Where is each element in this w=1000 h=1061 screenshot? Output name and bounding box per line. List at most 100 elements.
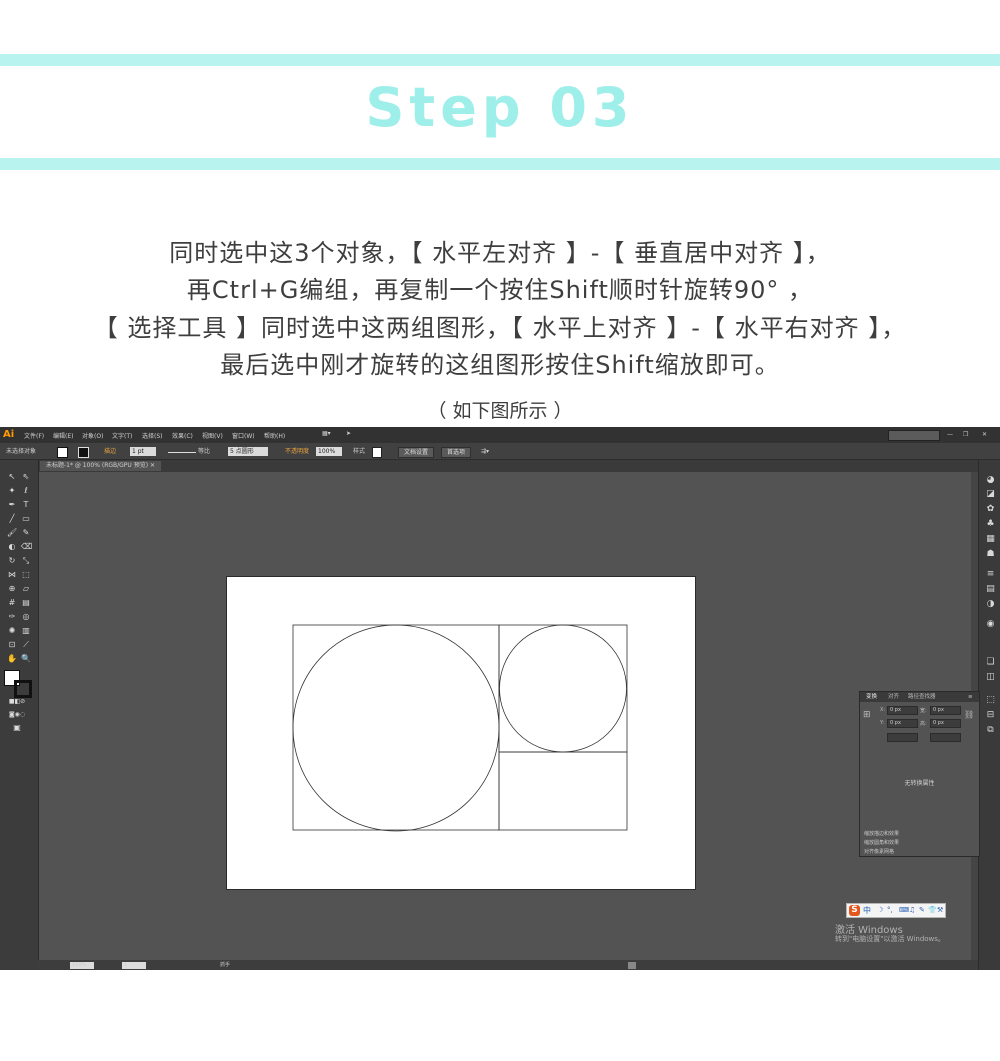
menu-window[interactable]: 窗口(W) <box>232 431 255 440</box>
menu-select[interactable]: 选择(S) <box>142 431 163 440</box>
shape-builder-tool-icon[interactable]: ⊕ <box>7 585 17 593</box>
gradient-tool-icon[interactable]: ▤ <box>21 599 31 607</box>
close-button[interactable]: ✕ <box>982 431 987 438</box>
eraser-tool-icon[interactable]: ⌫ <box>21 543 32 551</box>
hand-tool-icon[interactable]: ✋ <box>7 655 17 663</box>
shirt-icon[interactable]: 👕 <box>928 906 937 914</box>
stroke-profile-line[interactable] <box>168 447 196 453</box>
artboard[interactable] <box>226 576 696 890</box>
option-scale-corners[interactable]: 缩放圆角和效果 <box>864 839 899 846</box>
lasso-tool-icon[interactable]: ℓ <box>21 487 31 495</box>
fill-swatch[interactable] <box>57 447 68 458</box>
artboard-tool-icon[interactable]: ⊡ <box>7 641 17 649</box>
artboard-nav-field[interactable]: 1 <box>122 962 146 969</box>
rotate-tool-icon[interactable]: ↻ <box>7 557 17 565</box>
brushes-panel-icon[interactable]: ✿ <box>986 505 995 514</box>
menu-view[interactable]: 视图(V) <box>202 431 223 440</box>
type-tool-icon[interactable]: T <box>21 501 31 509</box>
color-panel-icon[interactable]: ◕ <box>986 476 995 485</box>
layers-panel-icon[interactable]: ❏ <box>986 658 995 667</box>
stroke-weight-field[interactable]: 1 pt <box>130 447 156 456</box>
stroke-color-icon[interactable] <box>14 680 32 698</box>
stroke-label[interactable]: 描边 <box>104 447 116 456</box>
gradient-panel-icon[interactable]: ▤ <box>986 585 995 594</box>
zoom-field[interactable]: 100% <box>70 962 94 969</box>
tools-icon[interactable]: ⚒ <box>937 906 943 914</box>
rectangle-tool-icon[interactable]: ▭ <box>21 515 31 523</box>
blob-brush-tool-icon[interactable]: ◐ <box>7 543 17 551</box>
stroke-profile-label[interactable]: 等比 <box>198 447 210 456</box>
constrain-proportions-icon[interactable]: ⛓ <box>964 710 974 719</box>
magic-wand-tool-icon[interactable]: ✦ <box>7 487 17 495</box>
draw-mode-icon[interactable]: ◙◉◌ <box>5 711 29 719</box>
menu-type[interactable]: 文字(T) <box>112 431 132 440</box>
tab-align[interactable]: 对齐 <box>888 693 899 701</box>
pencil-tool-icon[interactable]: ✎ <box>21 529 31 537</box>
paintbrush-tool-icon[interactable]: 🖌 <box>7 529 17 537</box>
rotate-field[interactable] <box>887 733 918 742</box>
swatches-panel-icon[interactable]: ▦ <box>986 535 995 544</box>
width-field[interactable]: 0 px <box>930 706 961 715</box>
stroke-swatch[interactable] <box>78 447 89 458</box>
opacity-field[interactable]: 100% <box>316 447 342 456</box>
stroke-panel-icon[interactable]: ≡ <box>986 570 995 579</box>
shear-field[interactable] <box>930 733 961 742</box>
color-guide-icon[interactable]: ◪ <box>986 490 995 499</box>
eyedropper-tool-icon[interactable]: ✑ <box>7 613 17 621</box>
height-field[interactable]: 0 px <box>930 719 961 728</box>
mesh-tool-icon[interactable]: # <box>7 599 17 607</box>
ime-toolbar[interactable]: S 中 ☽ °, ⌨ ♫ ✎ 👕 ⚒ <box>846 903 946 918</box>
restore-button[interactable]: ❐ <box>963 431 968 438</box>
send-icon[interactable]: ➤ <box>346 430 351 437</box>
large-circle[interactable] <box>292 624 500 832</box>
graph-tool-icon[interactable]: ▥ <box>21 627 31 635</box>
ime-language[interactable]: 中 <box>863 905 871 916</box>
voice-icon[interactable]: ♫ <box>909 906 915 914</box>
horizontal-scroll-thumb[interactable] <box>628 962 636 969</box>
moon-icon[interactable]: ☽ <box>877 906 883 914</box>
arrange-icon[interactable]: ▦▾ <box>322 430 331 437</box>
small-circle[interactable] <box>499 624 627 753</box>
width-tool-icon[interactable]: ⋈ <box>7 571 17 579</box>
symbol-sprayer-tool-icon[interactable]: ✺ <box>7 627 17 635</box>
appearance-panel-icon[interactable]: ◉ <box>986 620 995 629</box>
align-panel-icon[interactable]: ⊟ <box>986 711 995 720</box>
scale-tool-icon[interactable]: ⤡ <box>21 557 31 565</box>
minimize-button[interactable]: — <box>947 431 953 438</box>
reference-point-icon[interactable]: ⊞ <box>863 710 871 720</box>
opacity-label[interactable]: 不透明度 <box>285 447 309 456</box>
brush-field[interactable]: 5 点圆形 <box>228 447 268 456</box>
menu-help[interactable]: 帮助(H) <box>264 431 285 440</box>
graphic-styles-icon[interactable]: ☗ <box>986 550 995 559</box>
tab-pathfinder[interactable]: 路径查找器 <box>908 693 936 701</box>
style-swatch[interactable] <box>372 447 382 458</box>
pathfinder-panel-icon[interactable]: ⧉ <box>986 726 995 735</box>
blend-tool-icon[interactable]: ◎ <box>21 613 31 621</box>
menu-effect[interactable]: 效果(C) <box>172 431 193 440</box>
transform-panel-icon[interactable]: ⬚ <box>986 696 995 705</box>
slice-tool-icon[interactable]: ⟋ <box>21 641 31 649</box>
color-mode-icon[interactable]: ■◧⊘ <box>5 698 29 706</box>
pen-tool-icon[interactable]: ✒ <box>7 501 17 509</box>
panel-menu-icon[interactable]: ≡ <box>968 693 973 701</box>
x-field[interactable]: 0 px <box>887 706 918 715</box>
punctuation-icon[interactable]: °, <box>887 906 893 914</box>
preferences-button[interactable]: 首选项 <box>441 447 472 458</box>
artboards-panel-icon[interactable]: ◫ <box>986 673 995 682</box>
small-rectangle[interactable] <box>498 751 628 831</box>
direct-selection-tool-icon[interactable]: ⇖ <box>21 473 31 481</box>
option-pixel-grid[interactable]: 对齐像素网格 <box>864 848 894 855</box>
tab-transform[interactable]: 变换 <box>866 693 877 701</box>
selection-tool-icon[interactable]: ↖ <box>7 473 17 481</box>
perspective-tool-icon[interactable]: ▱ <box>21 585 31 593</box>
option-scale-strokes[interactable]: 缩放描边和效果 <box>864 830 899 837</box>
transparency-panel-icon[interactable]: ◑ <box>986 600 995 609</box>
symbols-panel-icon[interactable]: ♣ <box>986 520 995 529</box>
free-transform-tool-icon[interactable]: ⬚ <box>21 571 31 579</box>
menu-object[interactable]: 对象(O) <box>82 431 103 440</box>
screen-mode-icon[interactable]: ▣ <box>12 724 22 732</box>
menu-file[interactable]: 文件(F) <box>24 431 44 440</box>
align-menu-icon[interactable]: ⇶▾ <box>481 447 489 456</box>
search-field[interactable] <box>888 430 940 441</box>
document-tab[interactable]: 未标题-1* @ 100% (RGB/GPU 预览) ✕ <box>40 461 161 471</box>
